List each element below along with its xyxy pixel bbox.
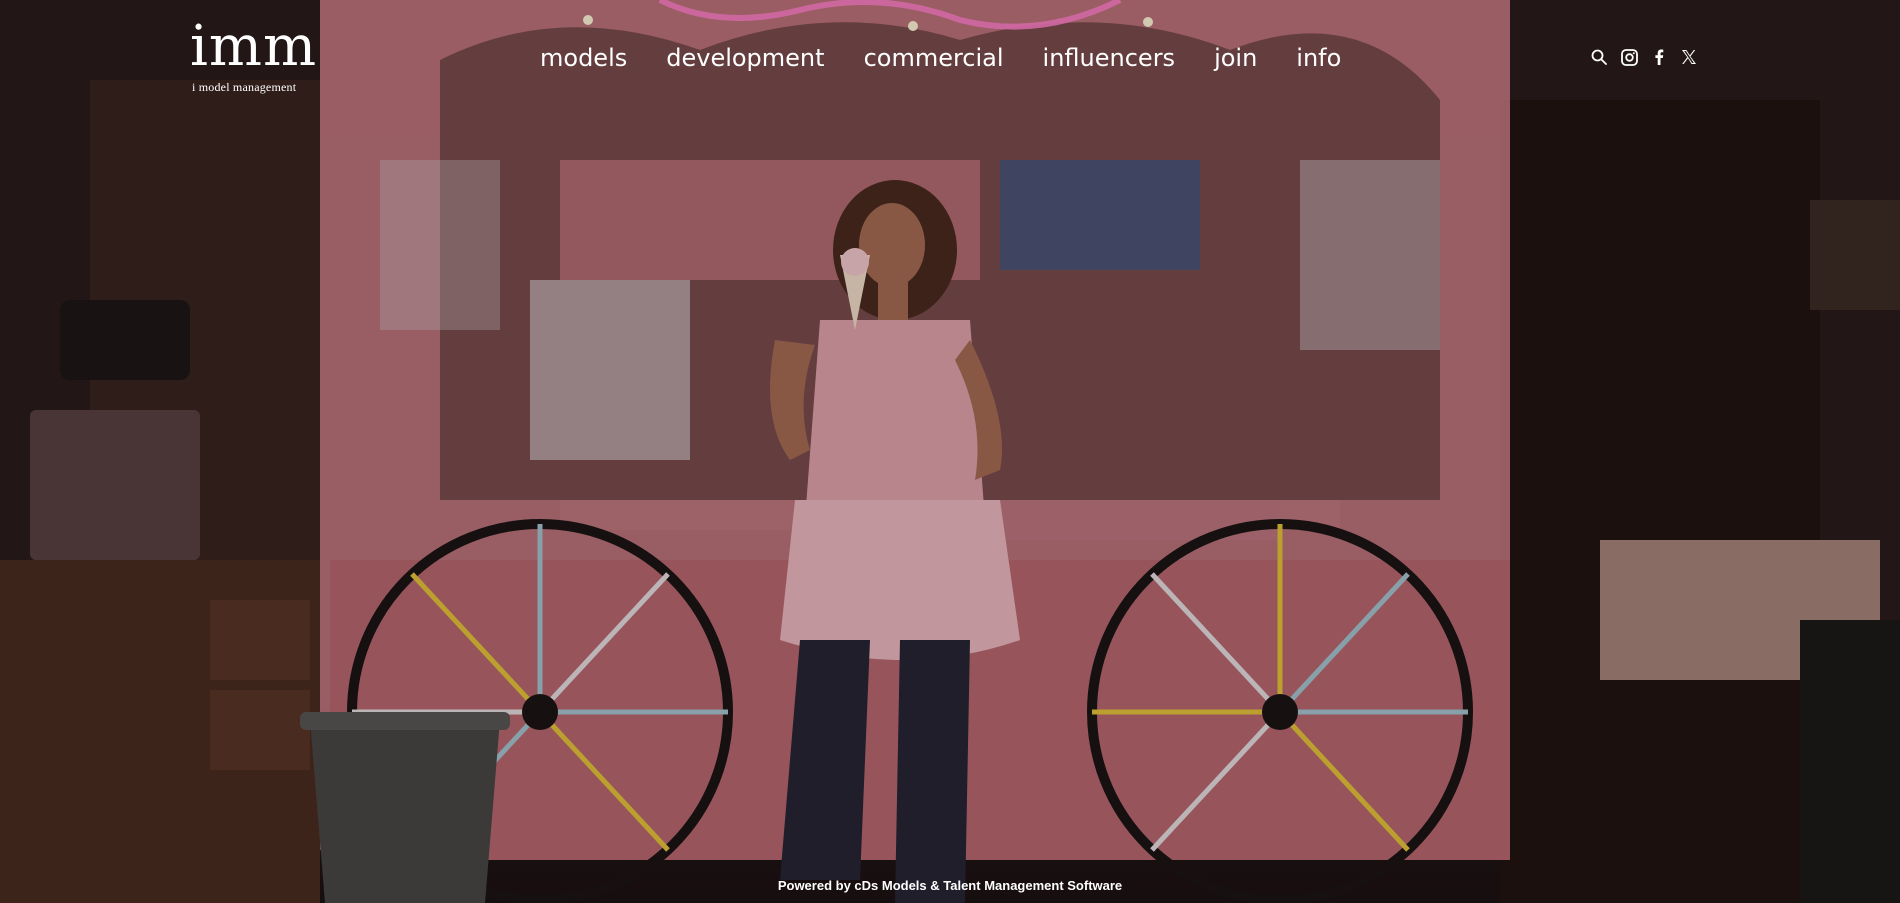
facebook-icon[interactable] xyxy=(1650,48,1668,66)
search-icon[interactable] xyxy=(1590,48,1608,66)
nav-item-influencers[interactable]: influencers xyxy=(1043,44,1176,72)
site-header: imm i model management models developmen… xyxy=(0,0,1900,120)
hero-dim-overlay xyxy=(0,0,1900,903)
nav-item-development[interactable]: development xyxy=(666,44,824,72)
nav-item-info[interactable]: info xyxy=(1296,44,1341,72)
x-icon[interactable] xyxy=(1680,48,1698,66)
nav-item-join[interactable]: join xyxy=(1214,44,1257,72)
site-footer: Powered by cDs Models & Talent Managemen… xyxy=(0,878,1900,893)
logo-subtitle: i model management xyxy=(192,80,297,94)
nav-item-models[interactable]: models xyxy=(540,44,627,72)
header-icons xyxy=(1590,48,1698,66)
logo-mark: imm xyxy=(190,14,318,79)
main-nav: models development commercial influencer… xyxy=(540,40,1341,76)
hero-image xyxy=(0,0,1900,903)
site-logo[interactable]: imm i model management xyxy=(190,14,320,95)
powered-by-link[interactable]: Powered by cDs Models & Talent Managemen… xyxy=(778,878,1122,893)
instagram-icon[interactable] xyxy=(1620,48,1638,66)
nav-item-commercial[interactable]: commercial xyxy=(864,44,1004,72)
